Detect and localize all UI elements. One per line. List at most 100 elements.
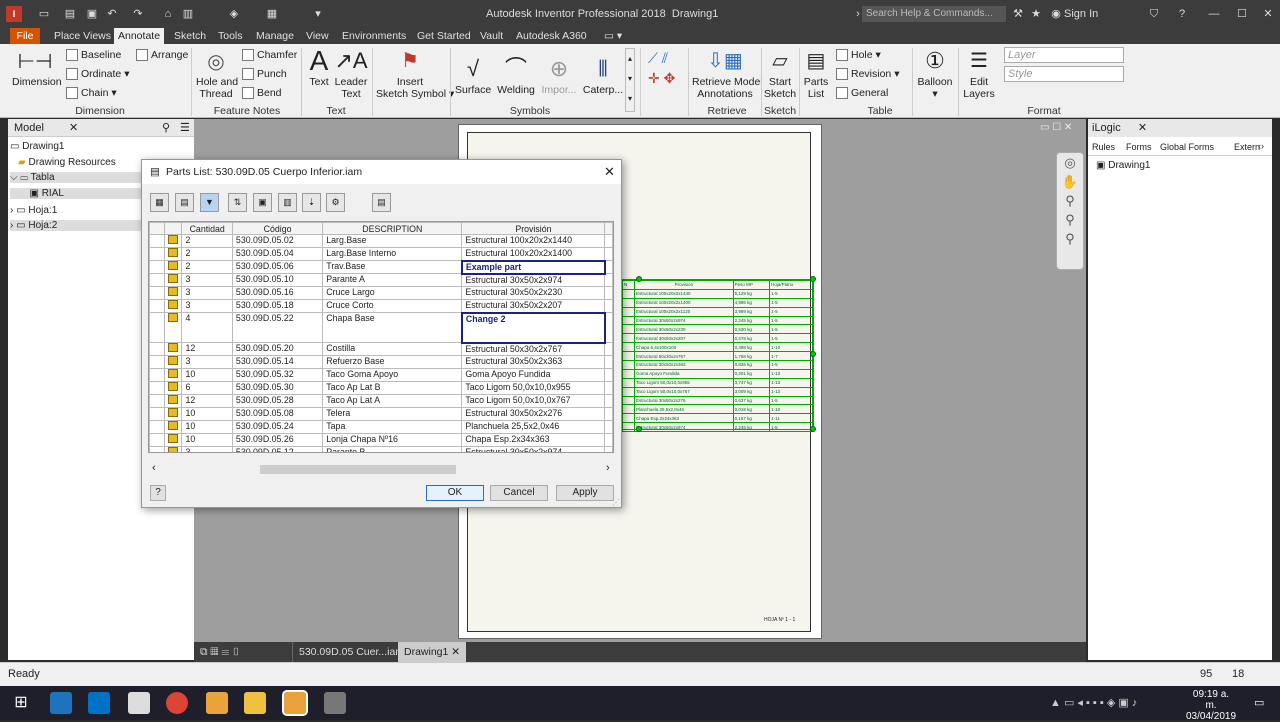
table-cell[interactable]: Estructural 100x20x2x1400 [461,247,606,261]
table-cell[interactable]: 530.09D.05.16 [231,286,324,300]
open-folder-icon[interactable]: ▤ [62,6,78,22]
table-cell[interactable]: 3 [181,273,233,287]
row-selector[interactable] [149,273,166,287]
table-cell[interactable]: 530.09D.05.22 [231,312,324,343]
table-row[interactable]: 10 530.09D.05.32 Taco Goma Apoyo Goma Apoyo… [149,368,613,382]
table-cell[interactable]: 10 [181,368,233,382]
tree-item-drawing-resources[interactable]: ▰ Drawing Resources [18,157,116,168]
layer-combo[interactable]: Layer [1004,47,1124,63]
row-selector[interactable] [149,342,166,356]
table-cell[interactable]: Estructural 50x30x2x767 [461,342,606,356]
maximize-icon[interactable]: ☐ [1234,6,1250,22]
table-cell[interactable]: 10 [181,420,233,434]
row-selector[interactable] [149,381,166,395]
punch-button[interactable]: Punch [242,68,287,81]
tree-item-drawing[interactable]: ▭ Drawing1 [10,141,64,152]
close-icon[interactable]: ✕ [1138,122,1147,134]
import-symbol-button[interactable]: ⊕ Impor... [540,54,578,96]
table-cell[interactable]: Larg.Base [322,234,463,248]
parts-list-button[interactable]: ▤ Parts List [802,46,830,100]
surface-button[interactable]: √ Surface [455,54,491,96]
table-cell[interactable]: Chapa Base [322,312,463,343]
table-grip-handle[interactable] [810,426,816,432]
customize-icon[interactable]: ▾ [310,6,326,22]
table-cell[interactable]: Chapa Esp.2x34x363 [461,433,606,447]
table-cell[interactable]: 530.09D.05.28 [231,394,324,408]
tab-global-forms[interactable]: Global Forms [1160,142,1214,152]
tab-rules[interactable]: Rules [1092,142,1115,152]
table-cell[interactable]: Estructural 30x50x2x974 [461,273,606,287]
tab-place-views[interactable]: Place Views [50,28,115,44]
table-cell[interactable]: Taco Ligom 50,0x10,0x955 [461,381,606,395]
table-cell[interactable]: Telera [322,407,463,421]
table-cell[interactable]: 3 [181,355,233,369]
table-cell[interactable]: Lonja Chapa Nº16 [322,433,463,447]
row-selector[interactable] [149,355,166,369]
bend-button[interactable]: Bend [242,87,282,100]
table-cell[interactable]: Tapa [322,420,463,434]
chamfer-button[interactable]: Chamfer [242,49,297,62]
table-cell[interactable]: Taco Goma Apoyo [322,368,463,382]
edit-layers-button[interactable]: ☰ Edit Layers [962,46,996,100]
group-settings-icon[interactable]: ▤ [175,193,194,212]
table-cell[interactable]: 530.09D.05.32 [231,368,324,382]
table-row[interactable]: 3 530.09D.05.10 Parante A Estructural 30x50… [149,273,613,287]
minimize-icon[interactable]: — [1206,6,1222,22]
table-cell[interactable]: Taco Ap Lat A [322,394,463,408]
tree-item-hoja1[interactable]: › ▭ Hoja:1 [10,205,57,216]
apply-button[interactable]: Apply [556,485,614,501]
tab-vault[interactable]: Vault [476,28,507,44]
hole-thread-button[interactable]: ◎ Hole and Thread [196,48,238,100]
row-selector[interactable] [149,368,166,382]
tab-get-started[interactable]: Get Started [413,28,475,44]
pan-icon[interactable]: ✋ [1057,172,1083,191]
chrome-icon[interactable] [166,692,188,714]
filter-settings-icon[interactable]: ▼ [200,193,219,212]
table-cell[interactable]: Estructural 100x20x2x1440 [461,234,606,248]
menu-icon[interactable]: ☰ [180,119,190,137]
tab-external[interactable]: Extern [1234,142,1260,152]
search-tools-icon[interactable]: ⚒ [1010,6,1026,22]
table-cell[interactable]: 3 [181,286,233,300]
start-sketch-button[interactable]: ▱ Start Sketch [764,46,796,100]
table-cell[interactable]: Estructural 30x50x2x230 [461,286,606,300]
scrollbar-thumb[interactable] [260,465,456,474]
column-header-provision[interactable]: Provisión [461,222,606,235]
row-selector[interactable] [149,407,166,421]
arrange-button[interactable]: Arrange [136,49,188,62]
table-cell[interactable]: 3 [181,299,233,313]
scroll-left-icon[interactable]: ‹ [152,462,156,474]
new-file-icon[interactable]: ▭ [36,6,52,22]
column-header-cantidad[interactable]: Cantidad [181,222,233,235]
caterpillar-button[interactable]: ⫴ Caterp... [582,54,624,96]
row-selector[interactable] [149,433,166,447]
windows-start-icon[interactable]: ⊞ [10,692,32,714]
table-grip-handle[interactable] [810,351,816,357]
renumber-icon[interactable]: ⇣ [302,193,321,212]
table-cell[interactable]: Larg.Base Interno [322,247,463,261]
notifications-icon[interactable]: ▭ [1254,696,1264,709]
table-cell[interactable]: 12 [181,394,233,408]
search-icon[interactable]: ⚲ [162,119,170,137]
appearance-icon[interactable]: ▦ [264,6,280,22]
favorite-star-icon[interactable]: ★ [1028,6,1044,22]
table-cell[interactable]: Parante A [322,273,463,287]
table-row[interactable]: 3 530.09D.05.16 Cruce Largo Estructural 30x… [149,286,613,300]
member-scope-icon[interactable]: ⚙ [326,193,345,212]
table-cell[interactable]: 530.09D.05.04 [231,247,324,261]
table-grip-handle[interactable] [810,276,816,282]
update-icon[interactable]: ▥ [180,6,196,22]
table-cell[interactable]: Refuerzo Base [322,355,463,369]
table-cell[interactable]: 530.09D.05.24 [231,420,324,434]
table-cell[interactable]: 3 [181,446,233,452]
column-header-description[interactable]: DESCRIPTION [322,222,463,235]
inventor-logo-icon[interactable]: I [6,6,22,22]
table-wrapping-icon[interactable]: ▥ [278,193,297,212]
file-explorer-icon[interactable] [244,692,266,714]
table-cell[interactable]: Change 2 [460,311,606,344]
row-selector[interactable] [149,446,166,452]
table-cell[interactable]: 4 [181,312,233,343]
revision-table-button[interactable]: Revision ▾ [836,68,899,81]
tab-assembly-document[interactable]: 530.09D.05 Cuer...iam [292,642,410,662]
table-cell[interactable]: 2 [181,260,233,274]
